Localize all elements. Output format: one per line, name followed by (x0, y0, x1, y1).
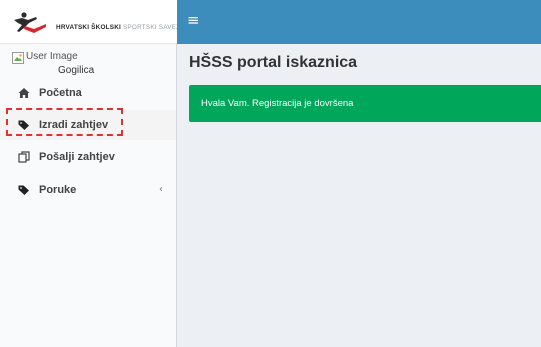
sidebar-item-pocetna[interactable]: Početna (0, 78, 176, 108)
copy-icon (18, 151, 30, 163)
sidebar-item-poruke[interactable]: Poruke ‹ (0, 175, 176, 205)
sidebar: User Image Gogilica Početna Izradi zahtj… (0, 44, 177, 347)
sidebar-item-posalji-zahtjev[interactable]: Pošalji zahtjev (0, 142, 176, 172)
logo-bar[interactable]: HRVATSKI ŠKOLSKI SPORTSKI SAVEZ (0, 0, 180, 44)
tag-icon (18, 185, 29, 195)
sidebar-item-label: Izradi zahtjev (39, 119, 109, 131)
user-image-alt: User Image (26, 51, 78, 62)
user-panel: User Image Gogilica (0, 44, 177, 82)
brand-text-light: SPORTSKI SAVEZ (122, 24, 181, 31)
main-content: HŠSS portal iskaznica Hvala Vam. Registr… (177, 44, 541, 347)
alert-message: Hvala Vam. Registracija je dovršena (201, 98, 354, 109)
chevron-left-icon[interactable]: ‹ (159, 184, 163, 195)
broken-image-icon (12, 52, 24, 64)
top-navbar: ≡ (177, 0, 541, 44)
brand-text: HRVATSKI ŠKOLSKI SPORTSKI SAVEZ (56, 24, 180, 31)
page-title: HŠSS portal iskaznica (189, 54, 358, 71)
sidebar-item-label: Početna (39, 87, 82, 99)
sidebar-item-izradi-zahtjev[interactable]: Izradi zahtjev (0, 110, 176, 140)
sidebar-item-label: Pošalji zahtjev (39, 151, 115, 163)
home-icon (18, 88, 30, 98)
success-alert: Hvala Vam. Registracija je dovršena (189, 85, 541, 122)
logo-icon (14, 12, 46, 33)
hamburger-icon[interactable]: ≡ (187, 12, 200, 28)
tag-icon (18, 120, 29, 130)
brand-text-strong: HRVATSKI ŠKOLSKI (56, 24, 121, 31)
sidebar-item-label: Poruke (39, 184, 77, 196)
user-name: Gogilica (58, 65, 95, 76)
